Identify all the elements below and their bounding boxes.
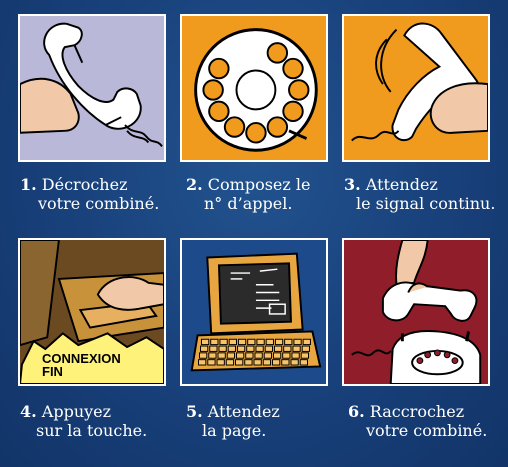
keyboard-key bbox=[236, 352, 245, 359]
keyboard-key bbox=[236, 345, 246, 352]
keyboard-key bbox=[217, 352, 226, 359]
step-number: 6. bbox=[348, 402, 365, 421]
keyboard-key bbox=[255, 345, 264, 352]
dial-hole bbox=[208, 100, 230, 123]
step-line-1: Appuyez bbox=[41, 402, 112, 421]
keyboard-key bbox=[247, 338, 256, 346]
step-6-illustration bbox=[342, 238, 490, 386]
keyboard-key bbox=[208, 352, 217, 359]
dial-center bbox=[235, 69, 277, 111]
keyboard-key bbox=[218, 345, 227, 352]
step-1-illustration bbox=[18, 14, 166, 162]
keyboard-key bbox=[216, 359, 225, 366]
keyboard-key bbox=[272, 359, 281, 366]
dial-hole bbox=[245, 122, 267, 144]
step-line-2: le signal continu. bbox=[356, 194, 496, 213]
keyboard-key bbox=[256, 338, 265, 346]
step-6-caption: 6. Raccrochez votre combiné. bbox=[348, 402, 487, 440]
step-number: 1. bbox=[20, 175, 37, 194]
step-line-2: votre combiné. bbox=[38, 194, 160, 213]
keyboard-key bbox=[301, 345, 310, 352]
step-3-illustration bbox=[342, 14, 490, 162]
minitel-terminal-icon bbox=[182, 240, 326, 384]
keyboard-key bbox=[273, 345, 283, 352]
telephone-base-icon bbox=[344, 240, 488, 384]
keyboard-key bbox=[281, 359, 290, 366]
keyboard-key bbox=[253, 359, 262, 366]
keyboard-key bbox=[198, 359, 207, 366]
keyboard-key bbox=[265, 338, 274, 346]
key-label: CONNEXION FIN bbox=[42, 352, 121, 378]
step-number: 2. bbox=[186, 175, 203, 194]
step-line-2: sur la touche. bbox=[36, 421, 148, 440]
keyboard-key bbox=[254, 352, 263, 359]
keyboard-key bbox=[235, 359, 244, 366]
dial-hole bbox=[282, 57, 304, 80]
step-number: 4. bbox=[20, 402, 37, 421]
step-line-2: la page. bbox=[202, 421, 267, 440]
ringing-handset-icon bbox=[344, 16, 488, 160]
phone-handset-icon bbox=[20, 16, 164, 160]
keyboard-key bbox=[300, 352, 309, 359]
keyboard-key bbox=[262, 359, 272, 366]
step-4-illustration: CONNEXION FIN bbox=[18, 238, 166, 386]
keyboard-key bbox=[284, 338, 293, 346]
dial-hole bbox=[266, 116, 289, 138]
dial-hole bbox=[282, 100, 304, 123]
keyboard-key bbox=[244, 359, 253, 366]
step-line-1: Composez le bbox=[207, 175, 311, 194]
keyboard-key bbox=[199, 352, 208, 359]
keyboard-key bbox=[283, 345, 292, 352]
keyboard-key bbox=[219, 338, 228, 346]
dial-hole bbox=[208, 57, 230, 80]
step-5-illustration bbox=[180, 238, 328, 386]
step-number: 3. bbox=[344, 175, 361, 194]
keyboard-key bbox=[299, 359, 309, 366]
step-4-caption: 4. Appuyez sur la touche. bbox=[20, 402, 147, 440]
keyboard-key bbox=[264, 345, 273, 352]
keyboard-key bbox=[282, 352, 291, 359]
keyboard-key bbox=[290, 359, 299, 366]
keyboard-key bbox=[291, 352, 300, 359]
step-number: 5. bbox=[186, 402, 203, 421]
keyboard-key bbox=[227, 345, 236, 352]
rotary-dial-icon bbox=[182, 16, 326, 160]
keyboard-key bbox=[209, 345, 218, 352]
step-2-illustration bbox=[180, 14, 328, 162]
keyboard-key bbox=[245, 352, 254, 359]
step-line-1: Attendez bbox=[365, 175, 438, 194]
keyboard-key bbox=[246, 345, 255, 352]
keyboard-key bbox=[237, 338, 247, 346]
step-line-1: Décrochez bbox=[41, 175, 128, 194]
keyboard-key bbox=[302, 338, 311, 346]
dial-hole bbox=[202, 79, 224, 101]
dial-hole bbox=[223, 116, 246, 138]
keyboard-key bbox=[263, 352, 273, 359]
keyboard-key bbox=[207, 359, 216, 366]
step-1-caption: 1. Décrochez votre combiné. bbox=[20, 175, 159, 213]
keyboard-key bbox=[200, 338, 210, 346]
step-line-1: Attendez bbox=[207, 402, 280, 421]
keyboard-key bbox=[225, 359, 235, 366]
step-3-caption: 3. Attendez le signal continu. bbox=[344, 175, 495, 213]
step-2-caption: 2. Composez le n° d’appel. bbox=[186, 175, 311, 213]
keyboard-key bbox=[210, 338, 219, 346]
step-5-caption: 5. Attendez la page. bbox=[186, 402, 280, 440]
keyboard-key bbox=[200, 345, 209, 352]
key-label-line-2: FIN bbox=[42, 364, 63, 379]
dial-hole bbox=[266, 42, 289, 64]
step-line-2: votre combiné. bbox=[366, 421, 488, 440]
keyboard-key bbox=[226, 352, 236, 359]
step-line-1: Raccrochez bbox=[369, 402, 465, 421]
dial-hole bbox=[288, 79, 310, 101]
keyboard-key bbox=[228, 338, 237, 346]
keyboard-key bbox=[292, 345, 301, 352]
keyboard-key bbox=[293, 338, 302, 346]
keyboard-key bbox=[272, 352, 282, 359]
keyboard-key bbox=[274, 338, 284, 346]
step-line-2: n° d’appel. bbox=[204, 194, 293, 213]
